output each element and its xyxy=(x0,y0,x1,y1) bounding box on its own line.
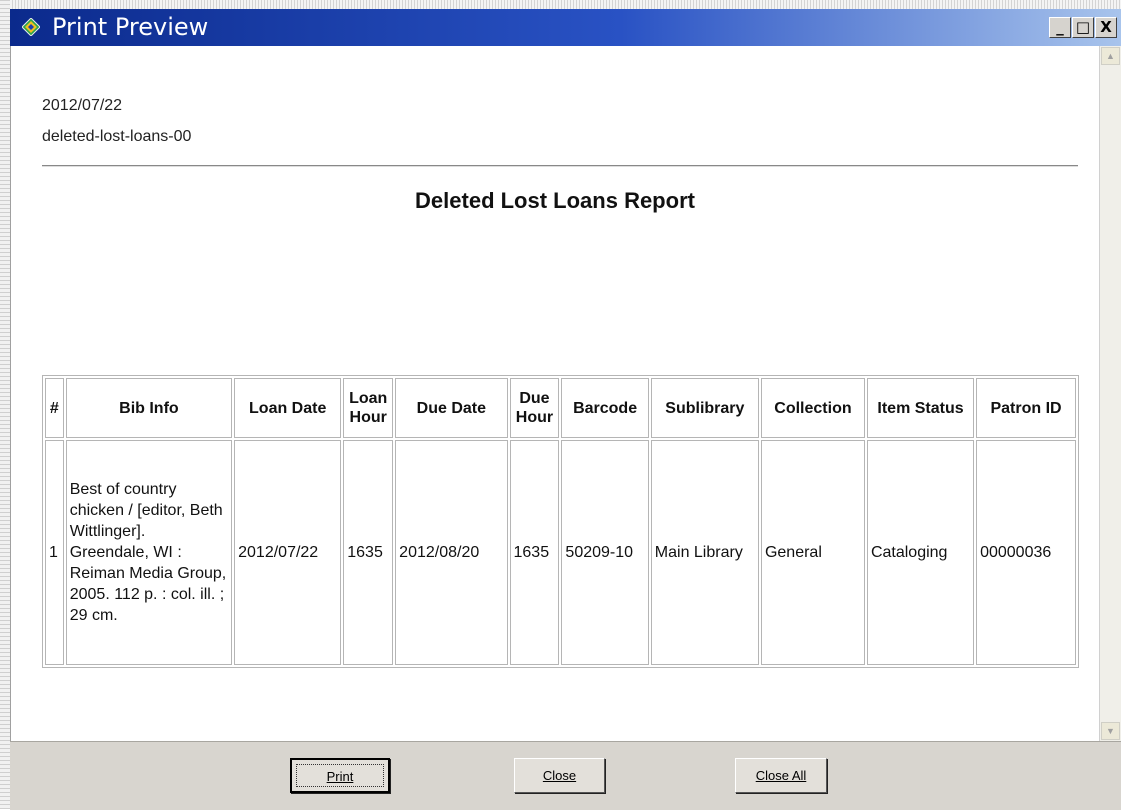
report-id: deleted-lost-loans-00 xyxy=(42,128,192,145)
column-header: Loan Hour xyxy=(343,378,394,438)
cell-collection: General xyxy=(760,440,865,665)
table-row: 1 Best of country chicken / [editor, Bet… xyxy=(45,440,1076,665)
cell-due-hour: 1635 xyxy=(509,440,560,665)
window-title: Print Preview xyxy=(52,13,209,41)
close-button-label: Close xyxy=(542,768,577,783)
column-header: Bib Info xyxy=(65,378,233,438)
print-preview-window: Print Preview _ □ X 2012/07/22 deleted-l… xyxy=(10,9,1121,810)
cell-barcode: 50209-10 xyxy=(561,440,649,665)
cell-due-date: 2012/08/20 xyxy=(395,440,508,665)
report-date: 2012/07/22 xyxy=(42,97,123,114)
column-header: Patron ID xyxy=(976,378,1076,438)
report-title: Deleted Lost Loans Report xyxy=(415,188,695,213)
cell-bib-info: Best of country chicken / [editor, Beth … xyxy=(65,440,233,665)
vertical-scrollbar[interactable]: ▲ ▼ xyxy=(1099,46,1121,741)
print-button[interactable]: Print xyxy=(290,758,390,793)
diamond-app-icon xyxy=(22,18,40,36)
title-bar[interactable]: Print Preview _ □ X xyxy=(10,9,1121,46)
close-button[interactable]: Close xyxy=(514,758,605,793)
close-all-button[interactable]: Close All xyxy=(735,758,827,793)
minimize-button[interactable]: _ xyxy=(1049,17,1071,38)
cell-loan-hour: 1635 xyxy=(343,440,394,665)
column-header: Collection xyxy=(760,378,865,438)
column-header: Due Hour xyxy=(509,378,560,438)
scroll-down-icon[interactable]: ▼ xyxy=(1101,722,1120,740)
cell-loan-date: 2012/07/22 xyxy=(234,440,342,665)
close-all-button-label: Close All xyxy=(755,768,807,783)
table-header-row: # Bib Info Loan Date Loan Hour Due Date … xyxy=(45,378,1076,438)
scroll-up-icon[interactable]: ▲ xyxy=(1101,47,1120,65)
column-header: Sublibrary xyxy=(650,378,759,438)
column-header: Barcode xyxy=(561,378,649,438)
focus-rectangle xyxy=(296,764,384,787)
cell-number: 1 xyxy=(45,440,64,665)
cell-item-status: Cataloging xyxy=(866,440,975,665)
desktop-edge-top xyxy=(0,0,1121,9)
cell-patron-id: 00000036 xyxy=(976,440,1076,665)
column-header: Loan Date xyxy=(234,378,342,438)
maximize-button[interactable]: □ xyxy=(1072,17,1094,38)
cell-sublibrary: Main Library xyxy=(650,440,759,665)
report-table: # Bib Info Loan Date Loan Hour Due Date … xyxy=(42,375,1079,668)
button-bar: Print Close Close All xyxy=(10,741,1121,810)
column-header: # xyxy=(45,378,64,438)
header-divider xyxy=(42,165,1078,167)
column-header: Due Date xyxy=(395,378,508,438)
column-header: Item Status xyxy=(866,378,975,438)
preview-page: 2012/07/22 deleted-lost-loans-00 Deleted… xyxy=(10,46,1099,741)
close-window-button[interactable]: X xyxy=(1095,17,1117,38)
desktop-edge-left xyxy=(0,0,10,809)
